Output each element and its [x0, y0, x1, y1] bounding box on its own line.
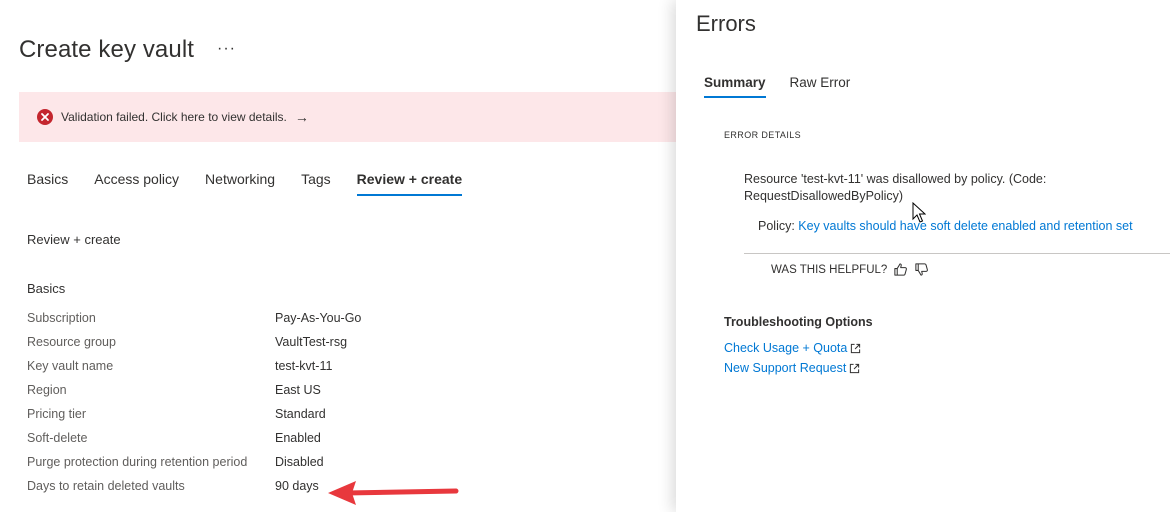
tab-basics[interactable]: Basics: [27, 171, 68, 196]
policy-link[interactable]: Key vaults should have soft delete enabl…: [798, 219, 1132, 233]
summary-key: Soft-delete: [27, 431, 88, 445]
wizard-tabs: Basics Access policy Networking Tags Rev…: [27, 171, 488, 196]
tab-summary[interactable]: Summary: [704, 75, 766, 98]
external-link-icon: [851, 343, 861, 353]
summary-value: test-kvt-11: [275, 359, 333, 373]
section-title: Review + create: [27, 232, 121, 247]
troubleshooting-heading: Troubleshooting Options: [724, 315, 873, 329]
errors-panel: Errors Summary Raw Error ERROR DETAILS R…: [676, 0, 1170, 512]
link-label: New Support Request: [724, 361, 847, 375]
summary-value: Pay-As-You-Go: [275, 311, 362, 325]
more-options-button[interactable]: ···: [217, 40, 236, 58]
error-message: Resource 'test-kvt-11' was disallowed by…: [744, 172, 1047, 203]
thumbs-down-icon[interactable]: [914, 262, 929, 277]
summary-key: Resource group: [27, 335, 116, 349]
summary-value: VaultTest-rsg: [275, 335, 348, 349]
summary-value: Enabled: [275, 431, 321, 445]
summary-key: Pricing tier: [27, 407, 87, 421]
mouse-cursor-icon: [912, 202, 926, 223]
divider: [744, 253, 1170, 254]
panel-title: Errors: [696, 11, 756, 36]
summary-value: 90 days: [275, 479, 319, 493]
tab-raw-error[interactable]: Raw Error: [790, 75, 851, 98]
helpful-label: WAS THIS HELPFUL?: [771, 263, 888, 276]
external-link-icon: [850, 363, 860, 373]
summary-key: Key vault name: [27, 359, 114, 373]
summary-key: Subscription: [27, 311, 96, 325]
feedback-row: WAS THIS HELPFUL?: [771, 262, 929, 277]
banner-message: Validation failed. Click here to view de…: [61, 110, 287, 124]
basics-heading: Basics: [27, 281, 66, 296]
error-details-label: ERROR DETAILS: [724, 130, 802, 140]
summary-value: Disabled: [275, 455, 324, 469]
tab-review-create[interactable]: Review + create: [356, 171, 463, 196]
summary-value: Standard: [275, 407, 326, 421]
summary-key: Purge protection during retention period: [27, 455, 248, 469]
thumbs-up-icon[interactable]: [893, 262, 908, 277]
link-label: Check Usage + Quota: [724, 341, 848, 355]
summary-value: East US: [275, 383, 321, 397]
validation-failed-banner[interactable]: Validation failed. Click here to view de…: [19, 92, 679, 142]
tab-access-policy[interactable]: Access policy: [94, 171, 179, 196]
check-usage-quota-link[interactable]: Check Usage + Quota: [724, 341, 861, 355]
policy-line: Policy: Key vaults should have soft dele…: [758, 219, 1133, 233]
create-key-vault-blade: Create key vault ··· Validation failed. …: [0, 0, 679, 512]
summary-key: Days to retain deleted vaults: [27, 479, 185, 493]
error-circle-icon: [37, 109, 53, 125]
tab-tags[interactable]: Tags: [301, 171, 331, 196]
page-title: Create key vault: [19, 36, 195, 63]
tab-networking[interactable]: Networking: [205, 171, 275, 196]
new-support-request-link[interactable]: New Support Request: [724, 361, 860, 375]
annotation-arrow-icon: [328, 481, 459, 505]
arrow-right-icon: →: [294, 109, 309, 125]
policy-prefix: Policy:: [758, 219, 799, 233]
errors-tabs: Summary Raw Error: [704, 75, 874, 98]
summary-key: Region: [27, 383, 67, 397]
